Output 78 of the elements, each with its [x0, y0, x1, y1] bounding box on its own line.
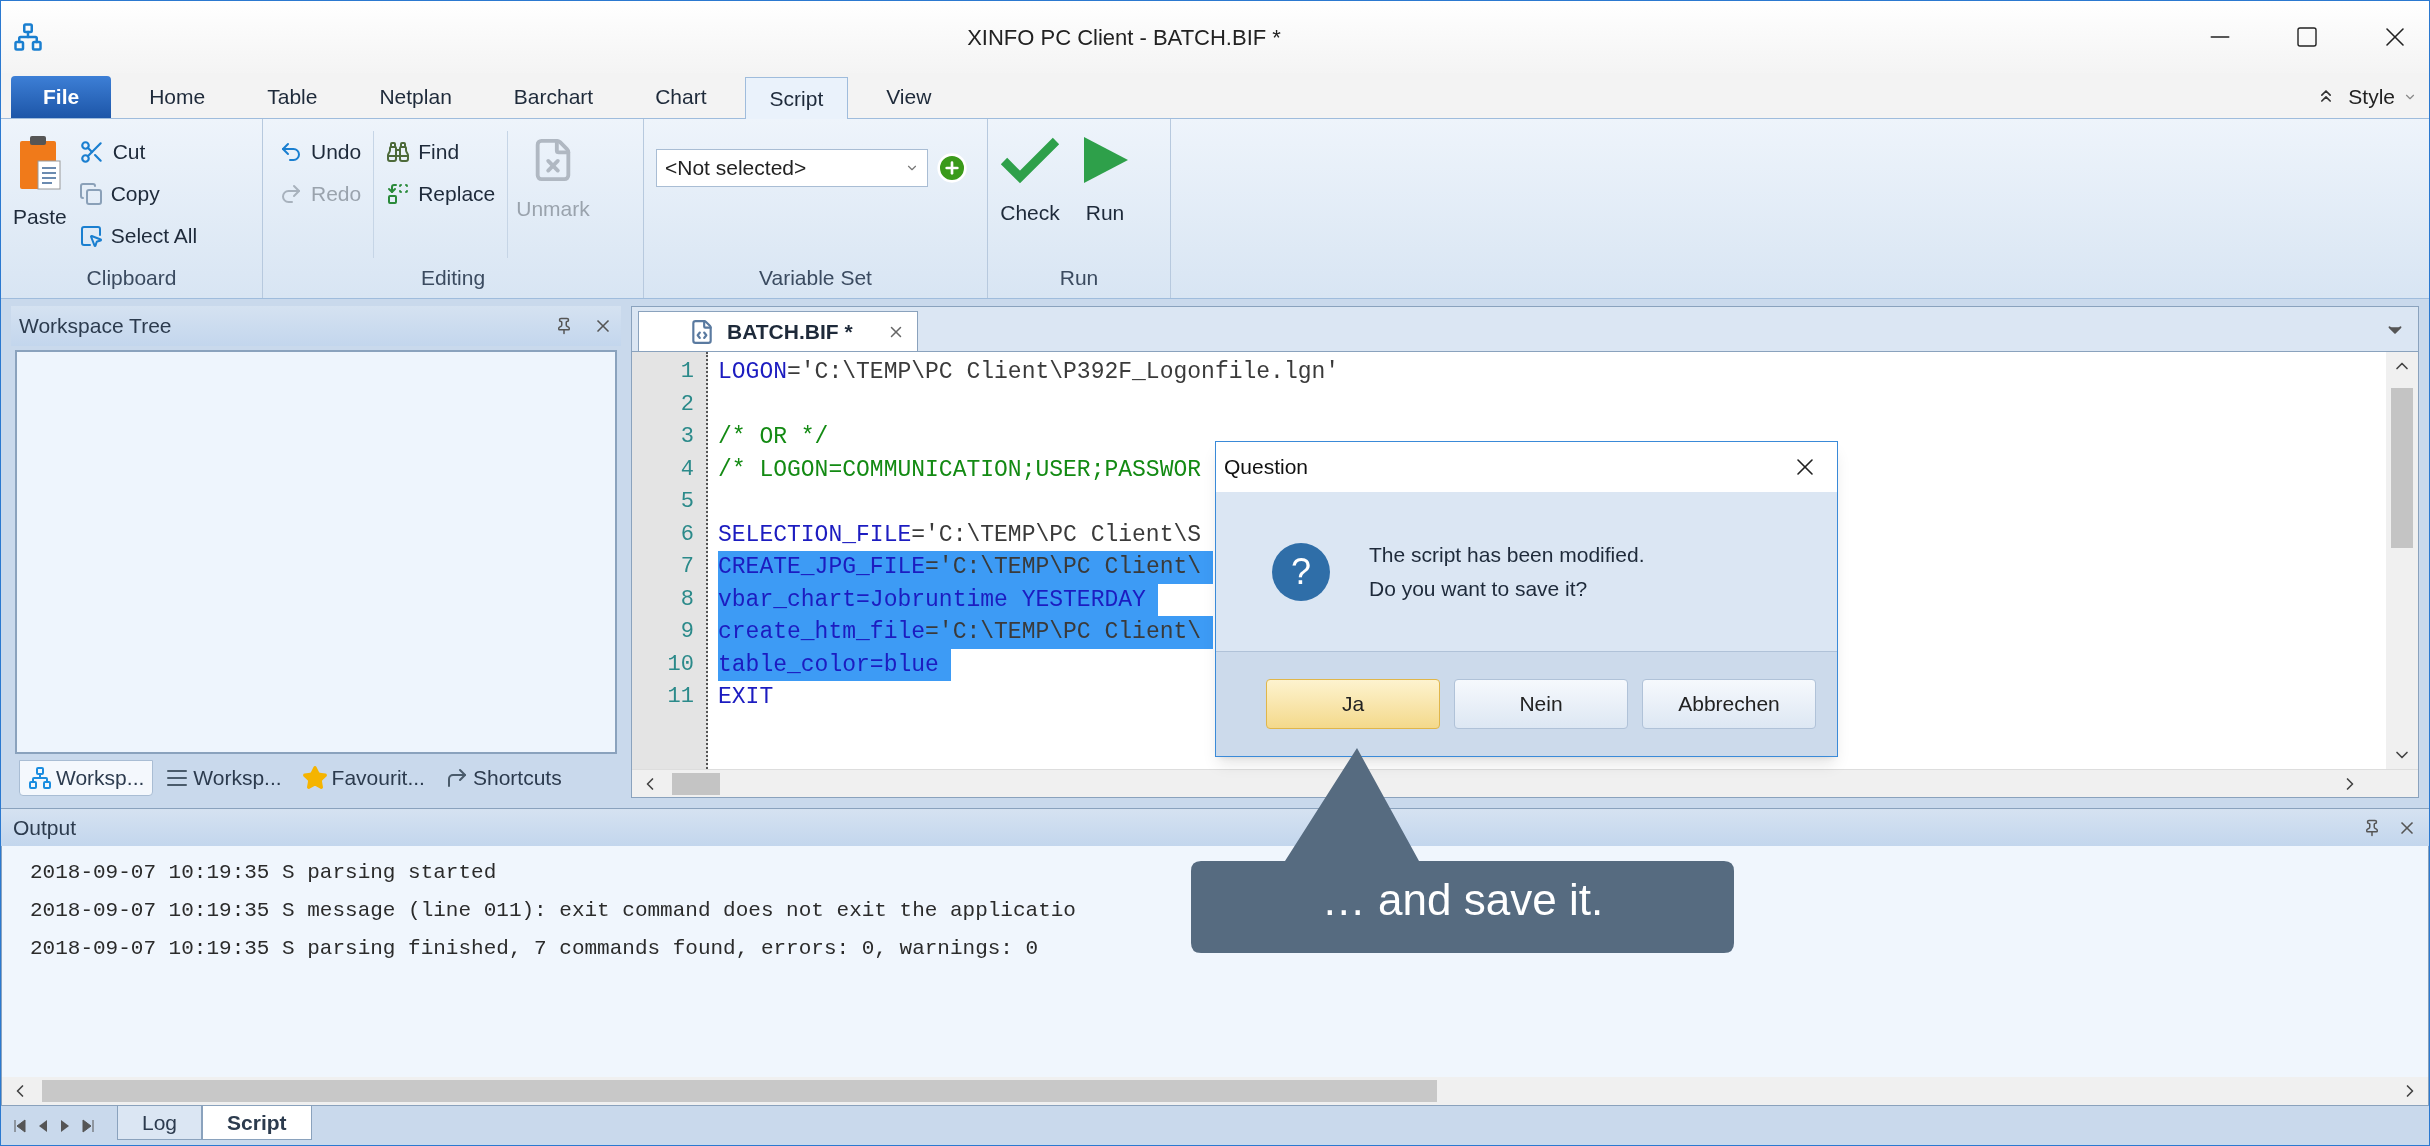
cut-button[interactable]: Cut: [74, 131, 202, 173]
checkmark-icon: [1000, 135, 1060, 185]
select-all-icon: [78, 224, 103, 248]
ribbon-tab[interactable]: Table: [243, 76, 342, 118]
line-number: 11: [667, 683, 694, 711]
script-file-icon: [689, 318, 715, 345]
line-number: 10: [667, 650, 694, 679]
find-button[interactable]: Find: [382, 131, 500, 173]
copy-button[interactable]: Copy: [74, 173, 202, 215]
replace-icon: [386, 182, 411, 206]
document-tab[interactable]: BATCH.BIF *: [638, 311, 918, 351]
horizontal-scrollbar[interactable]: [1, 1077, 2429, 1105]
line-number: 8: [680, 585, 694, 614]
dialog-button[interactable]: Ja: [1266, 679, 1440, 729]
callout: … and save it.: [1191, 748, 1734, 953]
dialog-button[interactable]: Abbrechen: [1642, 679, 1816, 729]
log-line: 2018-09-07 10:19:35 S parsing finished, 7 commands found, errors: 0, warnings: 0: [30, 936, 1039, 962]
style-menu[interactable]: Style: [2348, 76, 2417, 118]
ribbon-tab[interactable]: Home: [125, 76, 230, 118]
dialog-title: Question: [1224, 454, 1310, 481]
ribbon-tab[interactable]: Barchart: [489, 76, 618, 118]
group-label: Run: [1058, 265, 1100, 291]
undo-icon: [279, 140, 303, 164]
panel-title: Workspace Tree: [19, 313, 173, 340]
star-icon: [301, 765, 328, 791]
next-page-icon[interactable]: [59, 1118, 71, 1133]
ribbon-tab[interactable]: Chart: [631, 76, 731, 118]
line-number: 3: [680, 423, 694, 451]
line-number: 9: [680, 618, 694, 646]
pin-icon[interactable]: [2363, 818, 2381, 837]
previous-page-icon[interactable]: [37, 1118, 49, 1133]
question-icon: ?: [1271, 541, 1331, 602]
sheet-tab[interactable]: Log: [117, 1106, 203, 1140]
dialog-message: The script has been modified. Do you want to save it?: [1369, 541, 1645, 602]
variable-set-dropdown[interactable]: <Not selected>: [656, 149, 928, 187]
maximize-icon[interactable]: [2295, 25, 2319, 49]
panel-title: Output: [13, 814, 78, 841]
dialog-button[interactable]: Nein: [1454, 679, 1628, 729]
line-number: 7: [680, 553, 694, 581]
tree-icon: [28, 766, 52, 790]
vertical-scrollbar[interactable]: [2386, 352, 2418, 769]
paste-button[interactable]: Paste: [13, 131, 67, 258]
ribbon-tab[interactable]: View: [862, 76, 956, 118]
window-title: XINFO PC Client - BATCH.BIF *: [966, 23, 1282, 52]
line-number: 5: [680, 488, 694, 516]
clipboard-icon: [17, 135, 62, 193]
run-button[interactable]: Run: [1068, 131, 1130, 258]
group-label: Variable Set: [758, 265, 873, 291]
scissors-icon: [78, 139, 105, 165]
group-label: Clipboard: [85, 265, 178, 291]
panel-tab[interactable]: Worksp...: [157, 760, 290, 796]
panel-tab[interactable]: Favourit...: [293, 760, 433, 796]
panel-tab[interactable]: Worksp...: [19, 760, 154, 796]
scroll-thumb: [672, 772, 720, 795]
file-tab[interactable]: File: [11, 76, 112, 118]
undo-button[interactable]: Undo: [275, 131, 366, 173]
log-line: 2018-09-07 10:19:35 S parsing started: [30, 860, 497, 886]
line-number: 1: [680, 358, 694, 386]
pin-icon[interactable]: [555, 317, 573, 335]
group-label: Editing: [419, 265, 487, 291]
first-page-icon[interactable]: [13, 1118, 27, 1133]
select-all-button[interactable]: Select All: [74, 215, 202, 257]
line-number: 2: [680, 390, 694, 419]
add-icon[interactable]: [936, 152, 968, 184]
ribbon-tab[interactable]: Netplan: [355, 76, 476, 118]
copy-icon: [78, 182, 103, 206]
redo-icon: [279, 182, 303, 206]
replace-button[interactable]: Replace: [382, 173, 500, 215]
panel-tab[interactable]: Shortcuts: [436, 760, 570, 796]
line-number: 4: [680, 455, 694, 484]
line-number: 6: [680, 520, 694, 549]
app-icon: [13, 22, 43, 52]
sheet-tab[interactable]: Script: [202, 1106, 312, 1140]
check-button[interactable]: Check: [1000, 131, 1060, 258]
ribbon-tab[interactable]: Script: [744, 77, 849, 119]
binoculars-icon: [386, 140, 411, 164]
last-page-icon[interactable]: [81, 1118, 95, 1133]
log-line: 2018-09-07 10:19:35 S message (line 011): exit command does not exit the applicatio: [30, 898, 1076, 924]
